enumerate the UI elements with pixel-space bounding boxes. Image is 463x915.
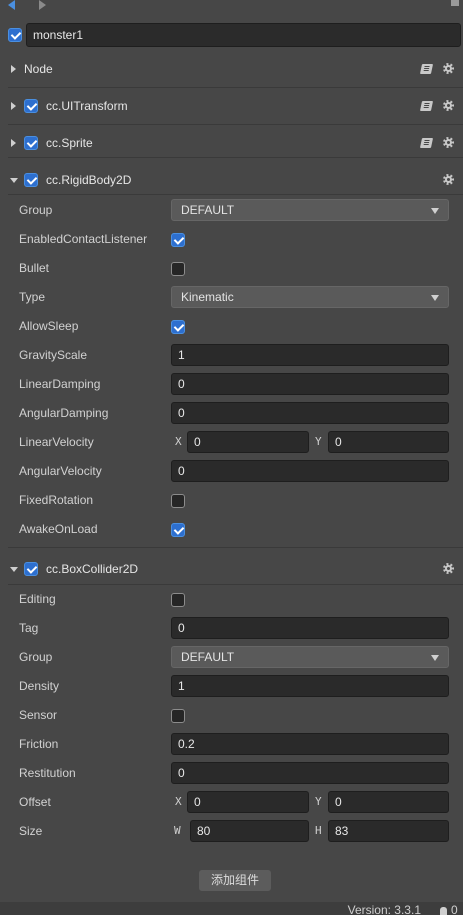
uitransform-component-header[interactable]: cc.UITransform	[0, 88, 463, 124]
editing-label: Editing	[19, 592, 56, 606]
divider	[8, 194, 463, 195]
bell-icon[interactable]	[440, 907, 447, 915]
linear-velocity-label: LinearVelocity	[19, 435, 94, 449]
enabled-contact-listener-label: EnabledContactListener	[19, 232, 148, 246]
node-name-input[interactable]: monster1	[26, 23, 461, 47]
height-axis-label: H	[315, 824, 322, 837]
fixed-rotation-checkbox[interactable]	[171, 494, 185, 508]
bullet-checkbox[interactable]	[171, 262, 185, 276]
group-value: DEFAULT	[181, 650, 235, 664]
size-height-input[interactable]: 83	[328, 820, 449, 842]
help-doc-icon[interactable]	[419, 64, 434, 74]
density-label: Density	[19, 679, 60, 693]
group-label: Group	[19, 650, 53, 664]
linear-damping-input[interactable]: 0	[171, 373, 449, 395]
sprite-enabled-checkbox[interactable]	[24, 136, 38, 150]
angular-damping-input[interactable]: 0	[171, 402, 449, 424]
type-value: Kinematic	[181, 290, 234, 304]
gear-icon[interactable]	[443, 174, 454, 185]
bullet-label: Bullet	[19, 261, 50, 275]
forward-arrow-icon[interactable]	[39, 0, 46, 10]
allow-sleep-label: AllowSleep	[19, 319, 79, 333]
component-title: cc.RigidBody2D	[46, 173, 132, 187]
allow-sleep-checkbox[interactable]	[171, 320, 185, 334]
notification-count: 0	[451, 903, 458, 915]
angular-velocity-input[interactable]: 0	[171, 460, 449, 482]
expand-arrow-icon[interactable]	[11, 65, 16, 73]
editing-checkbox[interactable]	[171, 593, 185, 607]
x-axis-label: X	[175, 435, 182, 448]
size-label: Size	[19, 824, 43, 838]
y-axis-label: Y	[315, 795, 322, 808]
node-enabled-checkbox[interactable]	[8, 28, 22, 42]
width-axis-label: W	[174, 824, 181, 837]
chevron-down-icon	[431, 295, 439, 301]
linear-damping-label: LinearDamping	[19, 377, 101, 391]
boxcollider2d-component-header[interactable]: cc.BoxCollider2D	[0, 551, 463, 587]
fixed-rotation-label: FixedRotation	[19, 493, 94, 507]
add-component-button[interactable]: 添加组件	[199, 870, 271, 891]
friction-label: Friction	[19, 737, 59, 751]
sensor-label: Sensor	[19, 708, 58, 722]
group-label: Group	[19, 203, 53, 217]
gravity-scale-label: GravityScale	[19, 348, 88, 362]
boxcollider2d-enabled-checkbox[interactable]	[24, 562, 38, 576]
enabled-contact-listener-checkbox[interactable]	[171, 233, 185, 247]
chevron-down-icon	[431, 655, 439, 661]
help-doc-icon[interactable]	[419, 138, 434, 148]
linear-velocity-x-input[interactable]: 0	[187, 431, 309, 453]
component-title: cc.BoxCollider2D	[46, 562, 139, 576]
component-title: cc.Sprite	[46, 136, 93, 150]
friction-input[interactable]: 0.2	[171, 733, 449, 755]
back-arrow-icon[interactable]	[8, 0, 15, 10]
group-select[interactable]: DEFAULT	[171, 199, 449, 221]
angular-velocity-label: AngularVelocity	[19, 464, 102, 478]
type-select[interactable]: Kinematic	[171, 286, 449, 308]
linear-velocity-y-input[interactable]: 0	[328, 431, 449, 453]
awake-on-load-label: AwakeOnLoad	[19, 522, 98, 536]
restitution-input[interactable]: 0	[171, 762, 449, 784]
rigidbody2d-enabled-checkbox[interactable]	[24, 173, 38, 187]
offset-label: Offset	[19, 795, 51, 809]
uitransform-enabled-checkbox[interactable]	[24, 99, 38, 113]
help-doc-icon[interactable]	[419, 101, 434, 111]
version-text: Version: 3.3.1	[347, 903, 421, 915]
gear-icon[interactable]	[443, 63, 454, 74]
rigidbody2d-component-header[interactable]: cc.RigidBody2D	[0, 162, 463, 198]
gravity-scale-input[interactable]: 1	[171, 344, 449, 366]
x-axis-label: X	[175, 795, 182, 808]
offset-x-input[interactable]: 0	[187, 791, 309, 813]
size-width-input[interactable]: 80	[190, 820, 309, 842]
y-axis-label: Y	[315, 435, 322, 448]
divider	[8, 547, 463, 548]
sprite-component-header[interactable]: cc.Sprite	[0, 125, 463, 161]
gear-icon[interactable]	[443, 100, 454, 111]
gear-icon[interactable]	[443, 563, 454, 574]
node-component-header[interactable]: Node	[0, 51, 463, 87]
gear-icon[interactable]	[443, 137, 454, 148]
type-label: Type	[19, 290, 46, 304]
expand-arrow-icon[interactable]	[11, 102, 16, 110]
restitution-label: Restitution	[19, 766, 76, 780]
sensor-checkbox[interactable]	[171, 709, 185, 723]
collapse-arrow-icon[interactable]	[10, 178, 18, 183]
divider	[8, 584, 463, 585]
component-title: cc.UITransform	[46, 99, 128, 113]
chevron-down-icon	[431, 208, 439, 214]
tag-label: Tag	[19, 621, 39, 635]
lock-icon[interactable]	[451, 0, 459, 6]
group-select[interactable]: DEFAULT	[171, 646, 449, 668]
component-title: Node	[24, 62, 53, 76]
inspector-toolbar	[0, 0, 463, 14]
offset-y-input[interactable]: 0	[328, 791, 449, 813]
collapse-arrow-icon[interactable]	[10, 567, 18, 572]
divider	[8, 157, 463, 158]
tag-input[interactable]: 0	[171, 617, 449, 639]
angular-damping-label: AngularDamping	[19, 406, 109, 420]
awake-on-load-checkbox[interactable]	[171, 523, 185, 537]
density-input[interactable]: 1	[171, 675, 449, 697]
expand-arrow-icon[interactable]	[11, 139, 16, 147]
group-value: DEFAULT	[181, 203, 235, 217]
